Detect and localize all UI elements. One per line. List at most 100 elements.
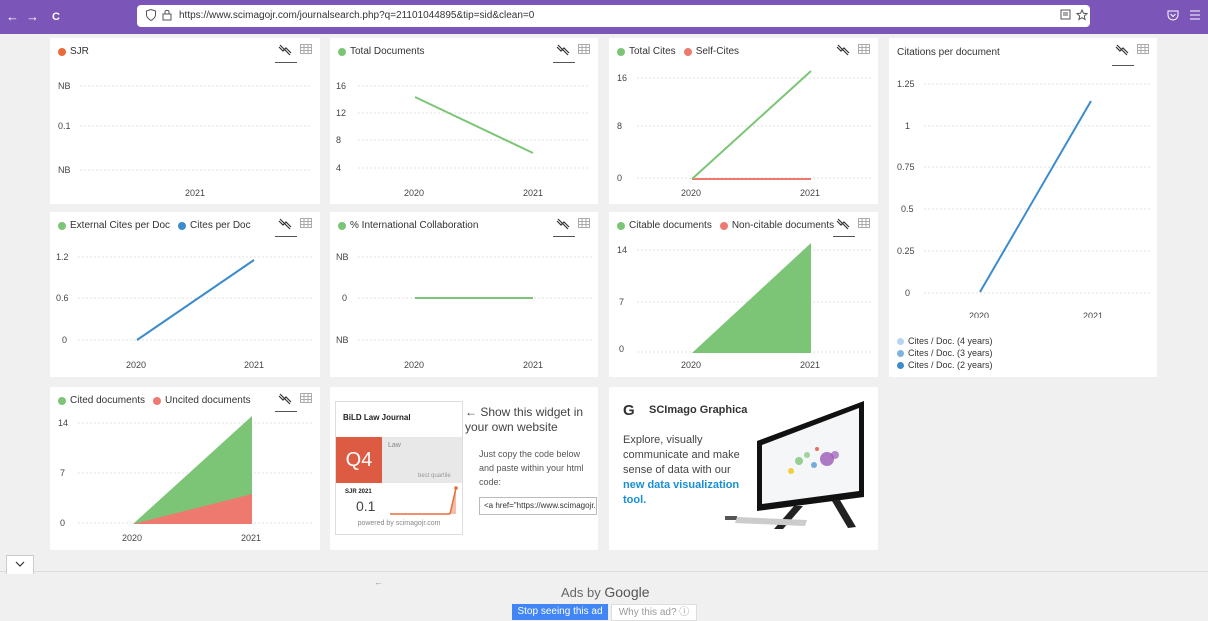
cited-documents-card: Cited documents Uncited documents 14 7 0… [50, 387, 320, 550]
x-tick: 2021 [800, 360, 820, 370]
y-tick: NB [336, 335, 349, 345]
legend-label: Cites / Doc. (3 years) [908, 348, 993, 358]
x-tick: 2021 [800, 188, 820, 198]
y-tick: 0 [905, 288, 910, 298]
quartile-badge: Q4 [336, 437, 382, 483]
y-tick: 16 [336, 81, 346, 91]
cited-documents-chart: 14 7 0 2020 2021 [58, 416, 312, 543]
y-tick: 12 [336, 108, 346, 118]
url-text: https://www.scimagojr.com/journalsearch.… [179, 10, 535, 21]
y-tick: 0.75 [897, 162, 915, 172]
y-tick: 0 [619, 344, 624, 354]
stop-seeing-ad-button[interactable]: Stop seeing this ad [512, 604, 608, 620]
x-tick: 2021 [523, 360, 543, 370]
y-tick: 0 [62, 335, 67, 345]
reload-button[interactable]: C [52, 9, 60, 25]
lock-icon [162, 9, 172, 24]
back-button[interactable]: ← [6, 9, 19, 25]
widget-code-field[interactable]: <a href="https://www.scimagojr.com/journ… [479, 497, 597, 515]
y-tick: 7 [619, 297, 624, 307]
y-tick: NB [58, 165, 71, 175]
ads-by-google: Ads by Google [561, 584, 650, 600]
cites-per-doc-legend: Cites / Doc. (4 years) Cites / Doc. (3 y… [897, 336, 993, 372]
legend-label: Cites / Doc. (2 years) [908, 360, 993, 370]
citable-documents-card: Citable documents Non-citable documents … [609, 212, 878, 377]
widget-journal-name: BiLD Law Journal [343, 413, 411, 422]
international-collaboration-card: % International Collaboration NB 0 NB 20… [330, 212, 598, 377]
total-cites-card: Total Cites Self-Cites 16 8 0 2020 2021 [609, 38, 878, 204]
y-tick: 1.25 [897, 79, 915, 89]
y-tick: 0.1 [58, 121, 71, 131]
sjr-chart: NB 0.1 NB 2021 [58, 81, 312, 198]
reader-view-icon[interactable] [1060, 9, 1071, 23]
x-tick: 2020 [122, 533, 142, 543]
why-this-ad-button[interactable]: Why this ad? ⓘ [611, 604, 697, 621]
citations-per-document-card: Citations per document 1.25 1 0.75 0.5 0… [889, 38, 1157, 377]
y-tick: 1.2 [56, 252, 69, 262]
google-label: Google [604, 584, 650, 600]
widget-sjr-label: SJR 2021 [345, 489, 372, 495]
monitor-illustration [725, 401, 864, 529]
graphica-period: . [643, 494, 647, 506]
y-tick: 1 [905, 121, 910, 131]
x-tick: 2021 [1083, 311, 1103, 318]
y-tick: 0.25 [897, 246, 915, 256]
total-documents-chart: 16 12 8 4 2020 2021 [336, 81, 590, 198]
forward-button[interactable]: → [26, 9, 39, 25]
x-tick: 2021 [244, 360, 264, 370]
y-tick: 7 [60, 468, 65, 478]
ads-by-label: Ads by [561, 585, 601, 600]
citable-documents-area [692, 243, 811, 353]
x-tick: 2021 [241, 533, 261, 543]
y-tick: 0 [60, 518, 65, 528]
widget-sjr-value: 0.1 [356, 498, 376, 514]
widget-sparkline [390, 486, 458, 515]
citable-documents-chart: 14 7 0 2020 2021 [617, 243, 871, 370]
pocket-icon[interactable] [1167, 9, 1179, 24]
y-tick: 0.6 [56, 293, 69, 303]
total-documents-card: Total Documents 16 12 8 4 2020 2021 [330, 38, 598, 204]
widget-powered-by: powered by scimagojr.com [357, 520, 441, 527]
total-cites-line [691, 70, 812, 180]
bookmark-star-icon[interactable] [1075, 8, 1089, 24]
y-tick: 14 [58, 418, 68, 428]
widget-instructions: Just copy the code below and paste withi… [479, 449, 584, 487]
x-tick: 2021 [185, 188, 205, 198]
menu-icon[interactable] [1189, 9, 1201, 23]
y-tick: 0.5 [901, 204, 914, 214]
y-tick: 4 [336, 163, 341, 173]
y-tick: 8 [617, 121, 622, 131]
cites-per-doc-line [136, 259, 255, 341]
y-tick: 0 [342, 293, 347, 303]
y-tick: 8 [336, 135, 341, 145]
widget-best-quartile: best quartile [418, 473, 451, 479]
y-tick: 0 [617, 173, 622, 183]
legend-dot [897, 337, 904, 345]
y-tick: NB [58, 81, 71, 91]
x-tick: 2020 [126, 360, 146, 370]
x-tick: 2021 [523, 188, 543, 198]
chevron-down-icon [15, 561, 25, 567]
journal-widget[interactable]: BiLD Law Journal Q4 Law best quartile SJ… [335, 401, 463, 535]
graphica-card[interactable]: G SCImago Graphica Explore, visually com… [609, 387, 878, 550]
y-tick: 14 [617, 245, 627, 255]
legend-dot [897, 361, 904, 369]
graphica-logo-icon: G [623, 402, 635, 419]
address-bar[interactable]: https://www.scimagojr.com/journalsearch.… [137, 5, 1090, 27]
y-tick: NB [336, 252, 349, 262]
sjr-chart-card: SJR NB 0.1 NB 2021 [50, 38, 320, 204]
arrow-left-icon: ← [374, 577, 383, 587]
x-tick: 2020 [681, 188, 701, 198]
citations-per-document-chart: 1.25 1 0.75 0.5 0.25 0 2020 2021 [897, 79, 1151, 318]
shield-icon [146, 8, 156, 24]
x-tick: 2020 [969, 311, 989, 318]
collapse-ad-button[interactable] [6, 555, 34, 574]
total-documents-line [414, 96, 534, 154]
widget-category: Law [388, 442, 401, 449]
browser-toolbar: ← → C https://www.scimagojr.com/journals… [0, 0, 1208, 34]
international-collaboration-chart: NB 0 NB 2020 2021 [336, 252, 592, 370]
total-cites-chart: 16 8 0 2020 2021 [617, 70, 871, 198]
legend-label: Cites / Doc. (4 years) [908, 336, 993, 346]
x-tick: 2020 [404, 188, 424, 198]
y-tick: 16 [617, 73, 627, 83]
